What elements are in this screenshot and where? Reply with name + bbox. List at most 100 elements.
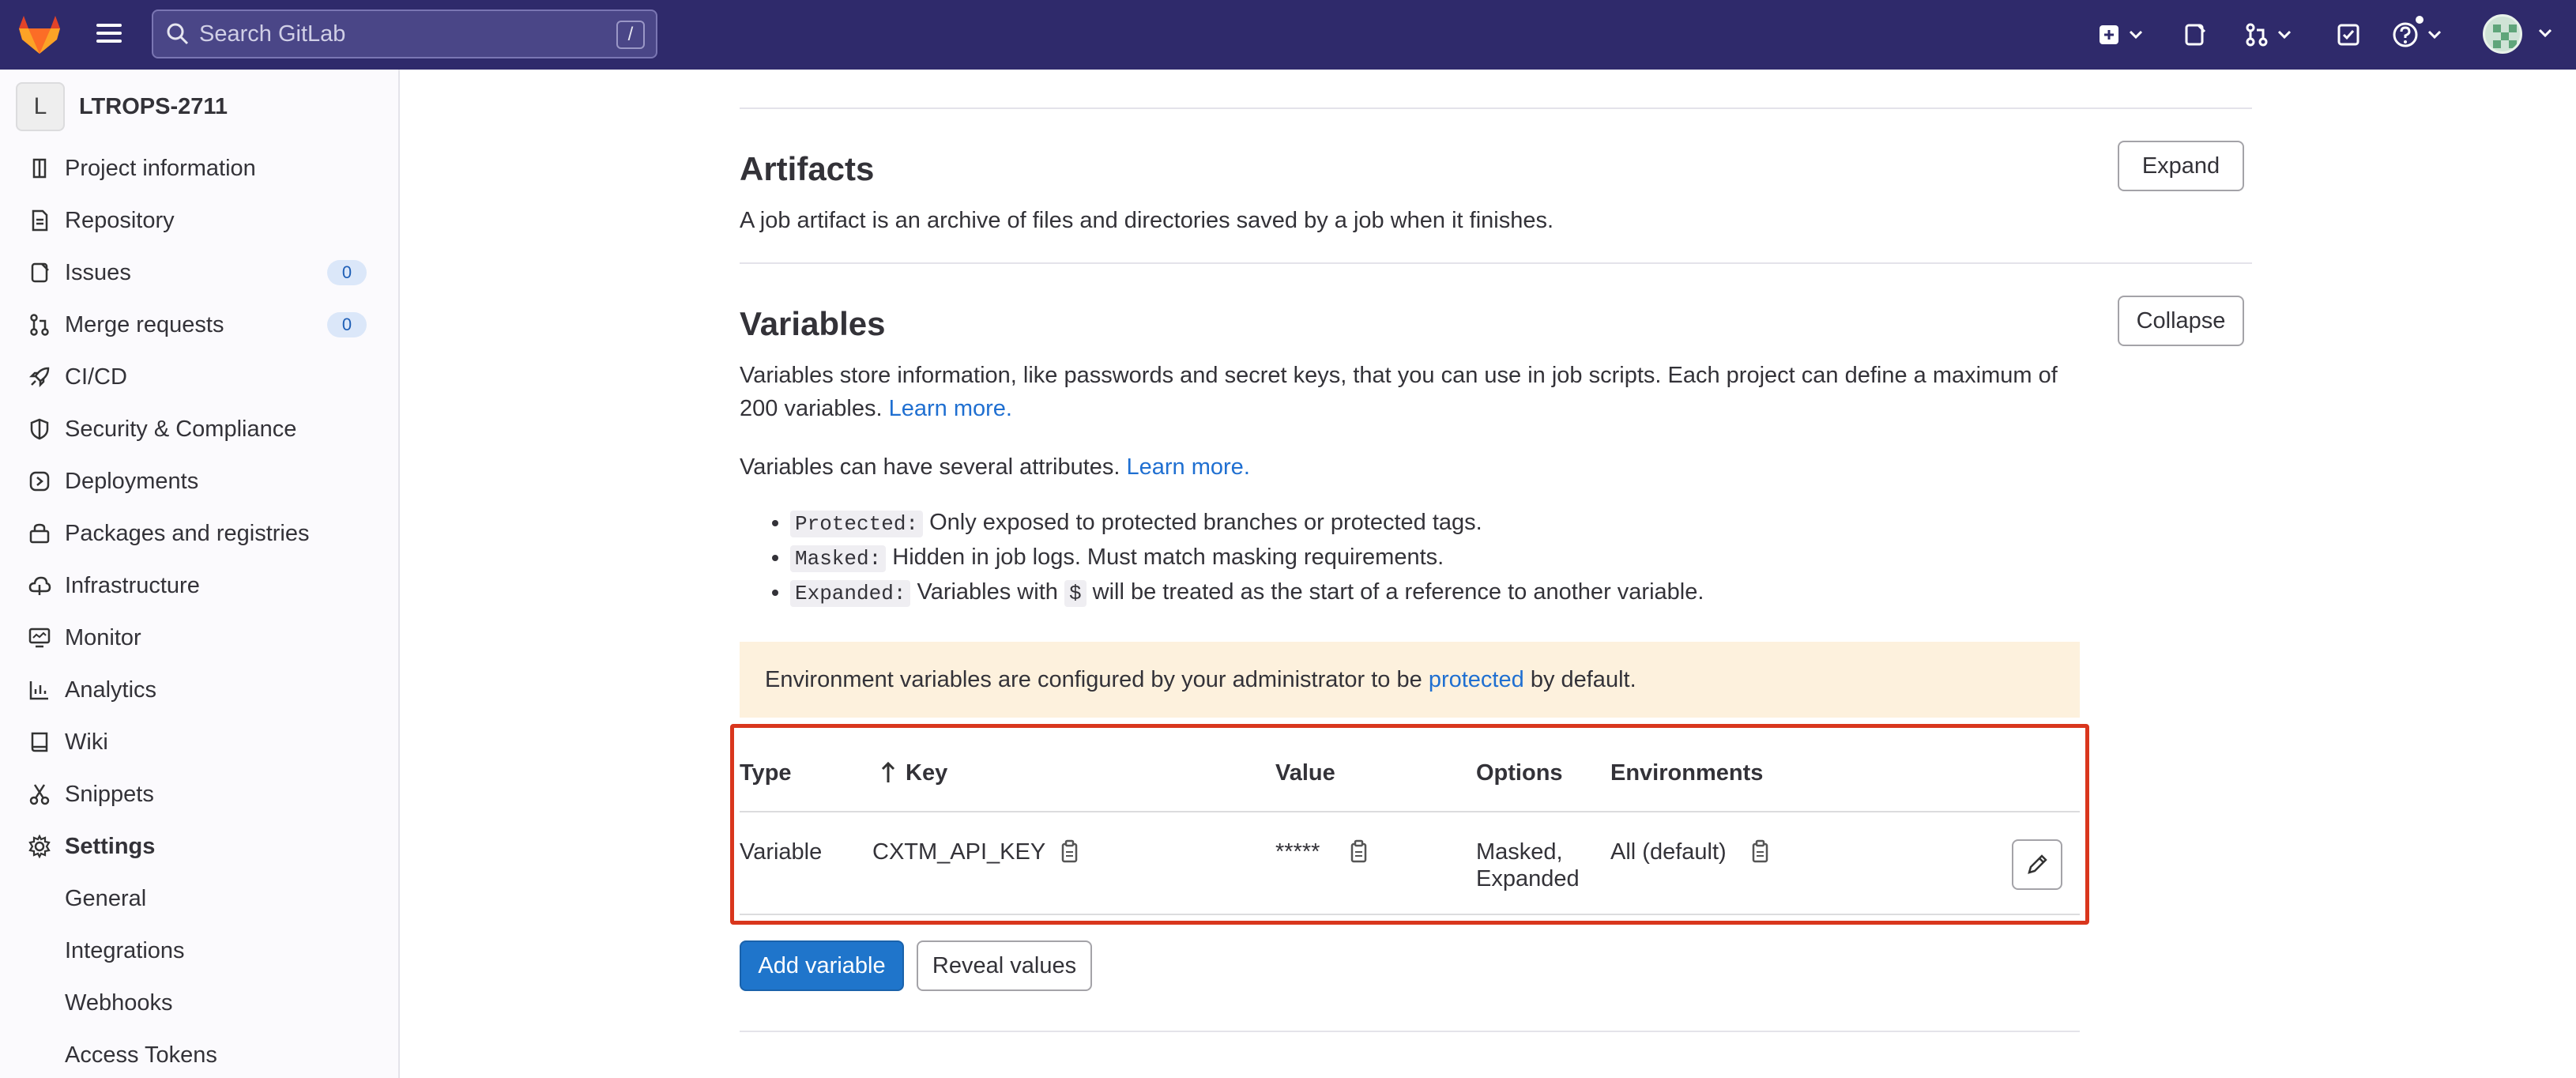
- attributes-intro-text: Variables can have several attributes.: [740, 454, 1120, 480]
- section-divider: [740, 107, 2252, 109]
- sidebar-item-label: Merge requests: [65, 311, 224, 337]
- menu-icon[interactable]: [93, 19, 125, 51]
- section-divider: [740, 262, 2252, 264]
- protected-link[interactable]: protected: [1429, 667, 1524, 693]
- sidebar-item-wiki[interactable]: Wiki: [25, 720, 108, 764]
- todo-icon: [2337, 24, 2359, 46]
- gear-icon: [25, 832, 54, 861]
- expand-artifacts-button[interactable]: Expand: [2118, 141, 2244, 191]
- help-icon: [2393, 22, 2418, 47]
- sidebar-item-deployments[interactable]: Deployments: [25, 459, 198, 503]
- sidebar-item-snippets[interactable]: Snippets: [25, 772, 154, 816]
- sidebar-item-label: Monitor: [65, 624, 141, 650]
- todos-button[interactable]: [2336, 17, 2361, 52]
- sidebar-item-issues[interactable]: Issues: [25, 251, 131, 295]
- project-avatar: L: [16, 82, 65, 131]
- sidebar-item-label: Issues: [65, 259, 131, 285]
- cloud-icon: [25, 571, 54, 600]
- artifacts-title: Artifacts: [740, 150, 875, 187]
- sidebar-item-label: Wiki: [65, 729, 108, 755]
- sidebar-item-label: Analytics: [65, 677, 157, 703]
- book-icon: [25, 728, 54, 756]
- attributes-intro: Variables can have several attributes. L…: [740, 450, 1250, 484]
- search-box[interactable]: /: [152, 9, 657, 58]
- sidebar-item-infrastructure[interactable]: Infrastructure: [25, 564, 200, 608]
- attribute-text: Only exposed to protected branches or pr…: [929, 510, 1482, 535]
- document-icon: [25, 206, 54, 235]
- attribute-expanded: Expanded: Variables with $ will be treat…: [790, 575, 1704, 610]
- merge-requests-count-badge: 0: [327, 312, 367, 337]
- alert-text-after: by default.: [1530, 666, 1636, 692]
- sidebar-item-repository[interactable]: Repository: [25, 198, 175, 243]
- merge-request-icon: [25, 311, 54, 339]
- sidebar-item-project-information[interactable]: Project information: [25, 146, 256, 190]
- add-variable-button[interactable]: Add variable: [740, 940, 904, 991]
- merge-request-icon: [2246, 23, 2268, 47]
- user-avatar[interactable]: [2483, 14, 2522, 54]
- collapse-variables-button[interactable]: Collapse: [2118, 296, 2244, 346]
- reveal-values-button[interactable]: Reveal values: [917, 940, 1092, 991]
- rocket-icon: [25, 363, 54, 391]
- attributes-list: Protected: Only exposed to protected bra…: [790, 506, 1704, 610]
- avatar-pattern-icon: [2493, 24, 2517, 48]
- chevron-down-icon: [2277, 30, 2292, 40]
- variables-desc-line1: Variables store information, like passwo…: [740, 363, 2058, 388]
- sidebar-item-security-compliance[interactable]: Security & Compliance: [25, 407, 296, 451]
- attribute-text-before: Variables with: [917, 579, 1058, 605]
- project-name: LTROPS-2711: [79, 93, 228, 119]
- shield-icon: [25, 415, 54, 443]
- merge-requests-dropdown[interactable]: [2244, 17, 2292, 52]
- attribute-code: Protected:: [790, 511, 924, 537]
- sidebar-item-label: CI/CD: [65, 364, 127, 390]
- issues-icon: [2185, 24, 2206, 46]
- sidebar-item-monitor[interactable]: Monitor: [25, 616, 141, 660]
- search-shortcut: /: [616, 21, 645, 49]
- protected-alert: Environment variables are configured by …: [740, 642, 2080, 718]
- sidebar-item-label: Repository: [65, 207, 175, 233]
- scissors-icon: [25, 780, 54, 808]
- issues-count-badge: 0: [327, 260, 367, 285]
- sidebar-subitem-integrations[interactable]: Integrations: [65, 929, 185, 973]
- chevron-down-icon: [2427, 30, 2442, 40]
- project-header[interactable]: L LTROPS-2711: [16, 82, 228, 131]
- sidebar-item-label: Infrastructure: [65, 572, 200, 598]
- section-divider: [740, 1031, 2080, 1032]
- highlight-box: [730, 724, 2089, 925]
- attribute-protected: Protected: Only exposed to protected bra…: [790, 506, 1704, 541]
- inline-code: $: [1064, 580, 1087, 607]
- monitor-icon: [25, 624, 54, 652]
- sidebar-item-label: Settings: [65, 833, 156, 859]
- artifacts-description: A job artifact is an archive of files an…: [740, 208, 1554, 233]
- variables-desc-line2: 200 variables.: [740, 396, 883, 421]
- sidebar-subitem-webhooks[interactable]: Webhooks: [65, 981, 173, 1025]
- sidebar-item-label: Security & Compliance: [65, 416, 297, 442]
- sidebar-item-analytics[interactable]: Analytics: [25, 668, 156, 712]
- sidebar-item-label: Snippets: [65, 781, 154, 807]
- attribute-masked: Masked: Hidden in job logs. Must match m…: [790, 541, 1704, 575]
- issues-top-button[interactable]: [2182, 17, 2208, 52]
- search-input[interactable]: [199, 21, 594, 47]
- variables-title: Variables: [740, 305, 886, 342]
- notification-dot: [2414, 14, 2425, 25]
- search-icon: [167, 23, 189, 45]
- alert-text-before: Environment variables are configured by …: [765, 666, 1422, 692]
- learn-more-attributes-link[interactable]: Learn more.: [1127, 454, 1250, 480]
- sidebar-item-merge-requests[interactable]: Merge requests: [25, 303, 224, 347]
- sidebar-item-packages-registries[interactable]: Packages and registries: [25, 511, 310, 556]
- gitlab-logo-icon[interactable]: [16, 11, 63, 58]
- issues-icon: [25, 258, 54, 287]
- sidebar-subitem-general[interactable]: General: [65, 876, 146, 921]
- chevron-down-icon[interactable]: [2538, 28, 2552, 38]
- learn-more-link[interactable]: Learn more.: [889, 396, 1012, 421]
- attribute-code: Masked:: [790, 545, 887, 572]
- sidebar-item-label: Deployments: [65, 468, 199, 494]
- chevron-down-icon: [2129, 30, 2143, 40]
- top-bar: /: [0, 0, 2576, 70]
- sidebar-item-ci-cd[interactable]: CI/CD: [25, 355, 127, 399]
- sidebar-subitem-access-tokens[interactable]: Access Tokens: [65, 1033, 217, 1077]
- attribute-text: Hidden in job logs. Must match masking r…: [892, 545, 1444, 570]
- create-new-dropdown[interactable]: [2097, 17, 2143, 52]
- sidebar-item-settings[interactable]: Settings: [25, 824, 155, 869]
- package-icon: [25, 519, 54, 548]
- variables-description: Variables store information, like passwo…: [740, 359, 2115, 425]
